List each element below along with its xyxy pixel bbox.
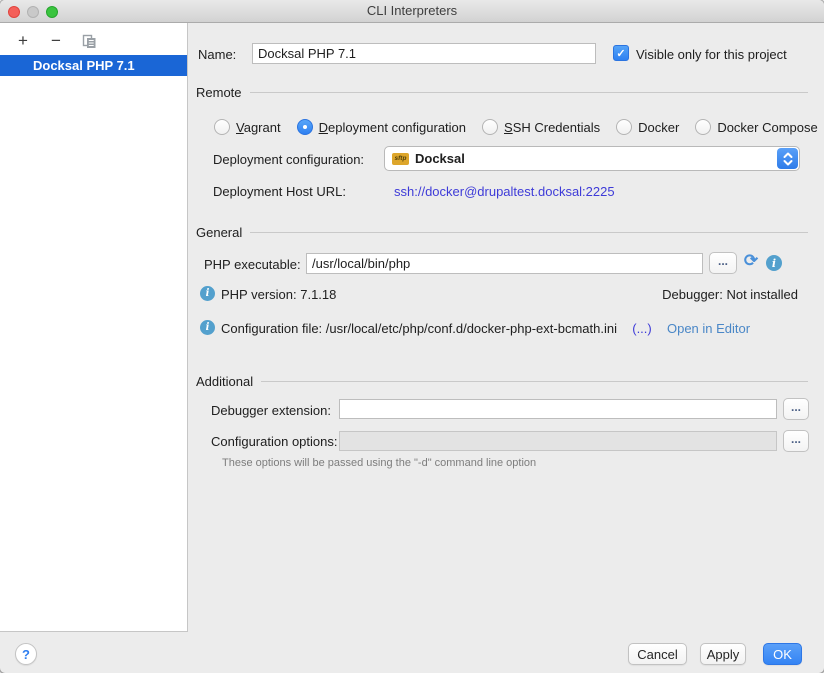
configuration-file-row: Configuration file: /usr/local/etc/php/c… [221,321,750,336]
add-interpreter-button[interactable]: + [14,32,32,50]
php-executable-input[interactable] [306,253,703,274]
info-icon: i [200,286,215,301]
help-button[interactable]: ? [15,643,37,665]
general-section-label: General [196,225,242,240]
window-title: CLI Interpreters [0,0,824,22]
reload-php-info-icon[interactable]: ⟳ [742,251,760,271]
combo-stepper-icon[interactable] [777,148,798,169]
debugger-extension-input[interactable] [339,399,777,419]
debugger-status-text: Debugger: Not installed [662,287,798,302]
radio-docker-compose[interactable]: Docker Compose [695,119,817,135]
sidebar-toolbar: + − [14,31,98,51]
deployment-configuration-value: Docksal [415,151,465,166]
cli-interpreters-dialog: CLI Interpreters + − Docksal PHP 7.1 Nam… [0,0,824,673]
deployment-configuration-label: Deployment configuration: [213,152,364,167]
debugger-extension-label: Debugger extension: [211,403,331,418]
cancel-button[interactable]: Cancel [628,643,687,665]
sftp-server-icon: sftp [392,153,409,165]
section-divider [250,92,808,93]
info-icon: i [200,320,215,335]
radio-selected-icon[interactable] [297,119,313,135]
remote-section-label: Remote [196,85,242,100]
additional-section-label: Additional [196,374,253,389]
debugger-extension-browse-button[interactable]: ... [783,398,809,420]
interpreters-sidebar: + − Docksal PHP 7.1 [0,23,188,632]
php-executable-browse-button[interactable]: ... [709,252,737,274]
php-executable-label: PHP executable: [204,257,301,272]
apply-button[interactable]: Apply [700,643,746,665]
radio-circle-icon[interactable] [214,119,230,135]
radio-ssh-label: SSH Credentials [504,120,600,135]
configuration-file-text: Configuration file: /usr/local/etc/php/c… [221,321,617,336]
open-in-editor-link[interactable]: Open in Editor [667,321,750,336]
additional-section-header: Additional [196,374,808,389]
radio-circle-icon[interactable] [616,119,632,135]
deployment-host-url-label: Deployment Host URL: [213,184,346,199]
section-divider [261,381,808,382]
radio-docker[interactable]: Docker [616,119,679,135]
name-input[interactable] [252,43,596,64]
php-version-text: PHP version: 7.1.18 [221,287,336,302]
general-section-header: General [196,225,808,240]
visible-project-checkbox[interactable]: ✓ [613,45,629,61]
radio-ssh-credentials[interactable]: SSH Credentials [482,119,600,135]
radio-vagrant[interactable]: Vagrant [214,119,281,135]
radio-circle-icon[interactable] [482,119,498,135]
radio-docker-compose-label: Docker Compose [717,120,817,135]
deployment-configuration-select[interactable]: sftp Docksal [384,146,800,171]
configuration-file-expand-link[interactable]: (...) [632,321,652,336]
title-bar: CLI Interpreters [0,0,824,23]
configuration-options-browse-button[interactable]: ... [783,430,809,452]
copy-interpreter-icon[interactable] [80,32,98,50]
configuration-options-input [339,431,777,451]
radio-docker-label: Docker [638,120,679,135]
radio-deployment-configuration[interactable]: Deployment configuration [297,119,466,135]
configuration-options-hint: These options will be passed using the "… [222,457,536,469]
section-divider [250,232,808,233]
show-php-info-icon[interactable]: i [766,255,782,271]
radio-deployment-label: Deployment configuration [319,120,466,135]
check-icon: ✓ [616,47,625,60]
remote-section-header: Remote [196,85,808,100]
radio-circle-icon[interactable] [695,119,711,135]
radio-vagrant-label: Vagrant [236,120,281,135]
deployment-host-url-value[interactable]: ssh://docker@drupaltest.docksal:2225 [394,184,615,199]
visible-project-label: Visible only for this project [636,47,787,62]
configuration-options-label: Configuration options: [211,434,337,449]
remove-interpreter-button[interactable]: − [47,32,65,50]
ok-button[interactable]: OK [763,643,802,665]
sidebar-item-docksal-php[interactable]: Docksal PHP 7.1 [0,55,187,76]
name-label: Name: [198,47,236,62]
remote-type-radio-group: Vagrant Deployment configuration SSH Cre… [214,118,824,136]
